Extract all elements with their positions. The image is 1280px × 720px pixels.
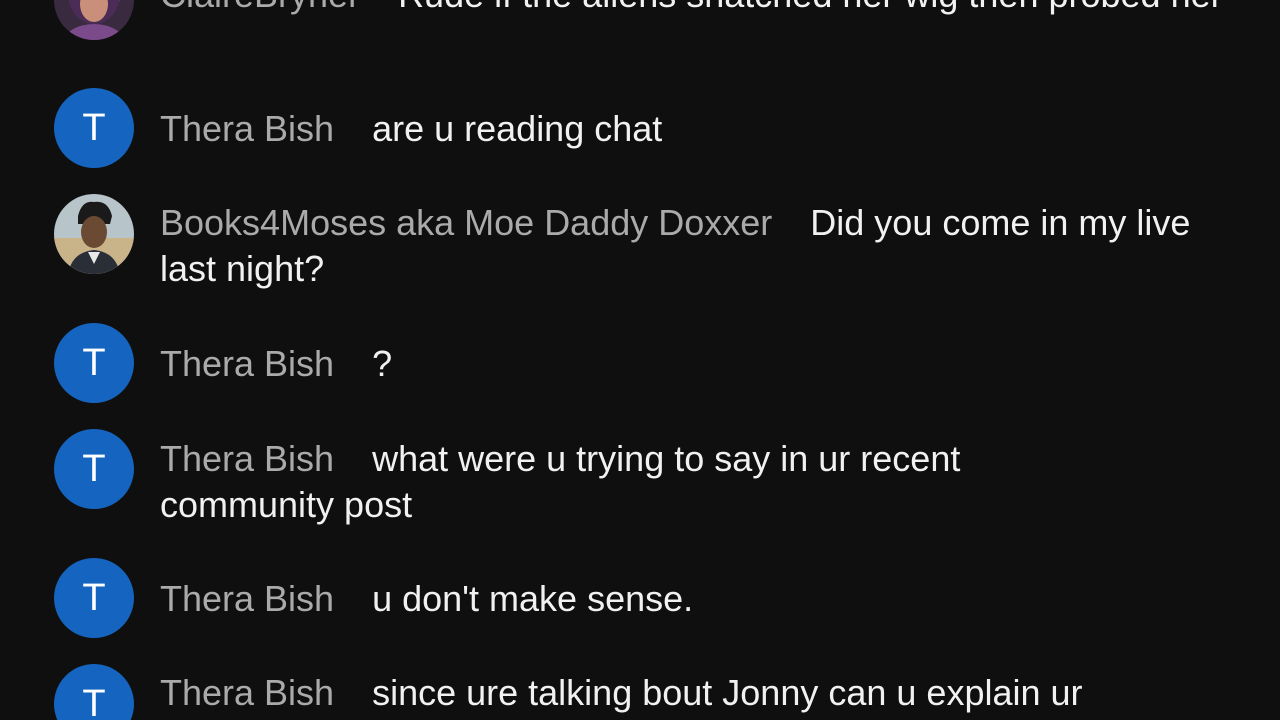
avatar-letter: T [82, 106, 106, 149]
user-avatar[interactable] [54, 194, 134, 274]
user-avatar[interactable]: T [54, 664, 134, 720]
message-body: Thera Bish what were u trying to say in u… [160, 436, 1060, 528]
author-name[interactable]: Thera Bish [160, 578, 334, 619]
message-text: Rude if the aliens snatched her wig then… [398, 0, 1223, 15]
user-avatar[interactable]: T [54, 323, 134, 403]
message-body: ClaireBryner Rude if the aliens snatched … [160, 0, 1240, 18]
message-body: Thera Bish since ure talking bout Jonny c… [160, 670, 1240, 716]
author-name[interactable]: Thera Bish [160, 108, 334, 149]
author-name[interactable]: ClaireBryner [160, 0, 360, 15]
message-body: Thera Bish are u reading chat [160, 106, 1240, 152]
user-avatar[interactable]: T [54, 88, 134, 168]
author-name[interactable]: Thera Bish [160, 343, 334, 384]
message-text: since ure talking bout Jonny can u expla… [372, 672, 1083, 713]
author-name[interactable]: Books4Moses aka Moe Daddy Doxxer [160, 202, 772, 243]
avatar-letter: T [82, 682, 106, 720]
author-name[interactable]: Thera Bish [160, 672, 334, 713]
avatar-letter: T [82, 341, 106, 384]
user-avatar[interactable] [54, 0, 134, 40]
user-avatar[interactable]: T [54, 558, 134, 638]
live-chat-list: ClaireBryner Rude if the aliens snatched … [0, 0, 1280, 720]
message-text: ? [372, 343, 393, 384]
message-body: Books4Moses aka Moe Daddy Doxxer Did you … [160, 200, 1240, 292]
message-body: Thera Bish u don't make sense. [160, 576, 1240, 622]
avatar-letter: T [82, 447, 106, 490]
avatar-letter: T [82, 576, 106, 619]
message-text: u don't make sense. [372, 578, 694, 619]
author-name[interactable]: Thera Bish [160, 438, 334, 479]
user-avatar[interactable]: T [54, 429, 134, 509]
message-text: are u reading chat [372, 108, 663, 149]
message-body: Thera Bish? [160, 341, 1240, 387]
